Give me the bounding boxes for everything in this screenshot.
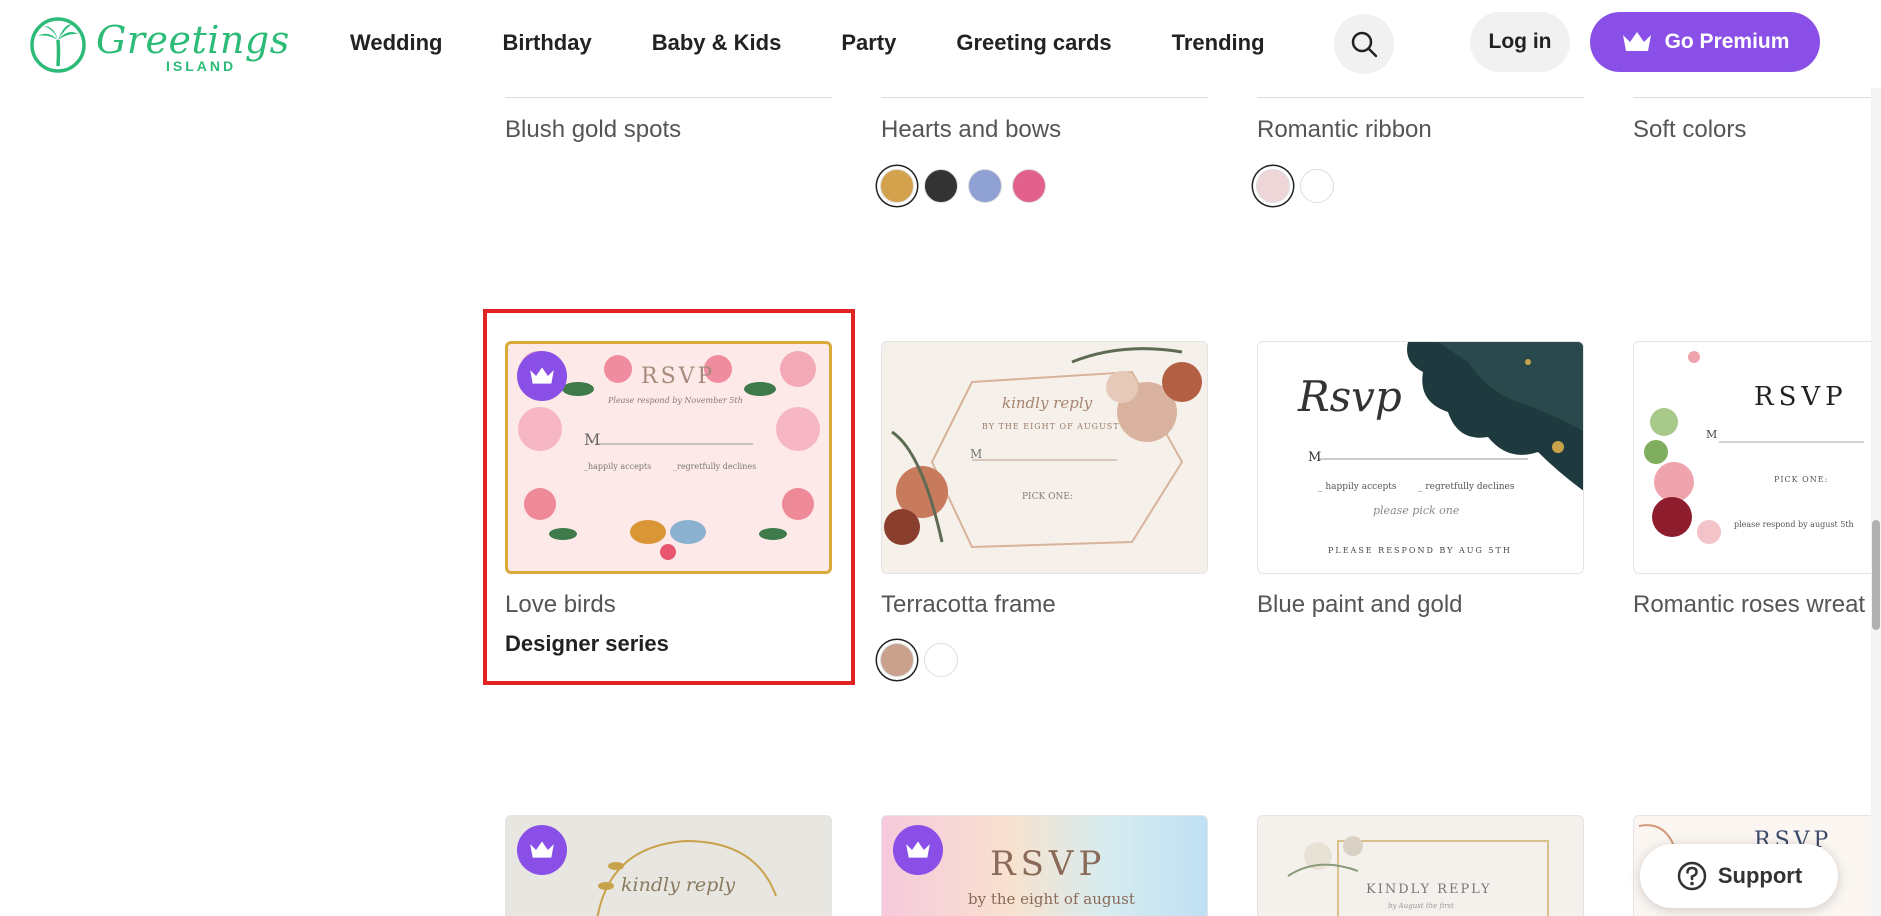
card-art-pick: PICK ONE:: [1774, 475, 1829, 484]
card-title[interactable]: Romantic roses wreat: [1633, 591, 1865, 619]
brand-name: Greetings: [96, 18, 290, 62]
support-label: Support: [1717, 863, 1803, 888]
color-swatch-black[interactable]: [924, 169, 958, 203]
greetings-island-logo[interactable]: Greetings ISLAND: [28, 12, 289, 74]
card-thumb-blue-paint-and-gold[interactable]: Rsvp M _ happily accepts _ regretfully d…: [1257, 341, 1584, 574]
card-title[interactable]: Hearts and bows: [881, 116, 1061, 144]
nav-greeting-cards[interactable]: Greeting cards: [956, 30, 1111, 56]
page-scrollbar[interactable]: [1871, 88, 1881, 916]
card-art-option: _ happily accepts: [1318, 482, 1397, 492]
card-art-pick: PICK ONE:: [1022, 492, 1073, 502]
card-art-m: M: [1706, 428, 1718, 441]
card-art-heading: RSVP: [641, 364, 716, 389]
card-title[interactable]: Terracotta frame: [881, 591, 1056, 619]
romantic-roses-art: [1644, 351, 1864, 544]
crown-icon: [530, 841, 554, 858]
card-art-heading: RSVP: [990, 844, 1107, 884]
card-art-line: by the eight of august: [968, 890, 1135, 908]
help-circle-icon: [1677, 861, 1707, 891]
card-art-line: Please respond by November 5th: [608, 396, 743, 405]
card-thumb-soft-colors[interactable]: [1633, 88, 1873, 98]
site-header: Greetings ISLAND Wedding Birthday Baby &…: [0, 0, 1881, 88]
card-title[interactable]: Romantic ribbon: [1257, 116, 1432, 144]
card-art-m: M: [584, 430, 601, 449]
go-premium-button[interactable]: Go Premium: [1590, 12, 1820, 72]
card-art-footer: PLEASE RESPOND BY AUG 5TH: [1328, 546, 1512, 555]
card-title[interactable]: Soft colors: [1633, 116, 1746, 144]
card-title[interactable]: Blue paint and gold: [1257, 591, 1463, 619]
card-thumb-blush-gold-spots[interactable]: [505, 88, 832, 98]
main-nav: Wedding Birthday Baby & Kids Party Greet…: [350, 30, 1325, 56]
card-title[interactable]: Blush gold spots: [505, 116, 681, 144]
card-art-m: M: [1308, 450, 1322, 465]
nav-trending[interactable]: Trending: [1172, 30, 1265, 56]
color-swatch-white[interactable]: [924, 643, 958, 677]
card-thumb-romantic-ribbon[interactable]: [1257, 88, 1584, 98]
card-thumb-kindly-reply-floral[interactable]: KINDLY REPLY by August the first: [1257, 815, 1584, 916]
nav-baby-kids[interactable]: Baby & Kids: [652, 30, 782, 56]
card-title[interactable]: Love birds: [505, 591, 616, 619]
color-swatch-gold[interactable]: [880, 169, 914, 203]
color-swatches: [880, 643, 958, 677]
search-button[interactable]: [1334, 14, 1394, 74]
login-button[interactable]: Log in: [1470, 12, 1570, 72]
card-art-option: _regretfully declines: [673, 462, 757, 471]
scrollbar-thumb[interactable]: [1872, 520, 1880, 630]
crown-icon: [906, 841, 930, 858]
nav-party[interactable]: Party: [841, 30, 896, 56]
card-art-heading: Rsvp: [1298, 372, 1402, 421]
card-subtitle: Designer series: [505, 631, 669, 656]
color-swatch-white[interactable]: [1300, 169, 1334, 203]
palm-tree-logo-icon: [30, 17, 86, 73]
card-thumb-romantic-roses-wreath[interactable]: RSVP M PICK ONE: please respond by augus…: [1633, 341, 1873, 574]
color-swatches: [880, 169, 1046, 203]
terracotta-frame-art: [884, 347, 1202, 549]
go-premium-label: Go Premium: [1664, 30, 1790, 53]
card-art-option: _ regretfully declines: [1418, 482, 1515, 492]
premium-badge: [893, 825, 943, 875]
premium-badge: [517, 351, 567, 401]
support-button[interactable]: Support: [1640, 844, 1838, 908]
color-swatch-blue[interactable]: [968, 169, 1002, 203]
crown-icon: [530, 367, 554, 384]
card-art-pick: please pick one: [1373, 504, 1460, 517]
card-art-m: M: [970, 447, 983, 461]
card-art-heading: RSVP: [1754, 382, 1848, 412]
card-art-line: BY THE EIGHT OF AUGUST: [982, 422, 1120, 431]
card-art-heading: KINDLY REPLY: [1366, 882, 1492, 897]
card-art-heading: kindly reply: [1002, 394, 1093, 412]
color-swatches: [1256, 169, 1334, 203]
card-art-option: _happily accepts: [584, 462, 652, 471]
nav-birthday[interactable]: Birthday: [502, 30, 591, 56]
card-thumb-terracotta-frame[interactable]: kindly reply BY THE EIGHT OF AUGUST M PI…: [881, 341, 1208, 574]
card-thumb-hearts-and-bows[interactable]: [881, 88, 1208, 98]
color-swatch-blush[interactable]: [1256, 169, 1290, 203]
search-icon: [1351, 31, 1378, 58]
color-swatch-pink[interactable]: [1012, 169, 1046, 203]
card-art-heading: kindly reply: [621, 874, 736, 896]
card-art-footer: please respond by august 5th: [1734, 520, 1854, 529]
floral-art: [1287, 836, 1549, 916]
color-swatch-terracotta[interactable]: [880, 643, 914, 677]
card-art-line: by August the first: [1388, 902, 1454, 910]
crown-icon: [1622, 32, 1651, 51]
premium-badge: [517, 825, 567, 875]
brand-sub: ISLAND: [166, 58, 237, 74]
nav-wedding[interactable]: Wedding: [350, 30, 442, 56]
